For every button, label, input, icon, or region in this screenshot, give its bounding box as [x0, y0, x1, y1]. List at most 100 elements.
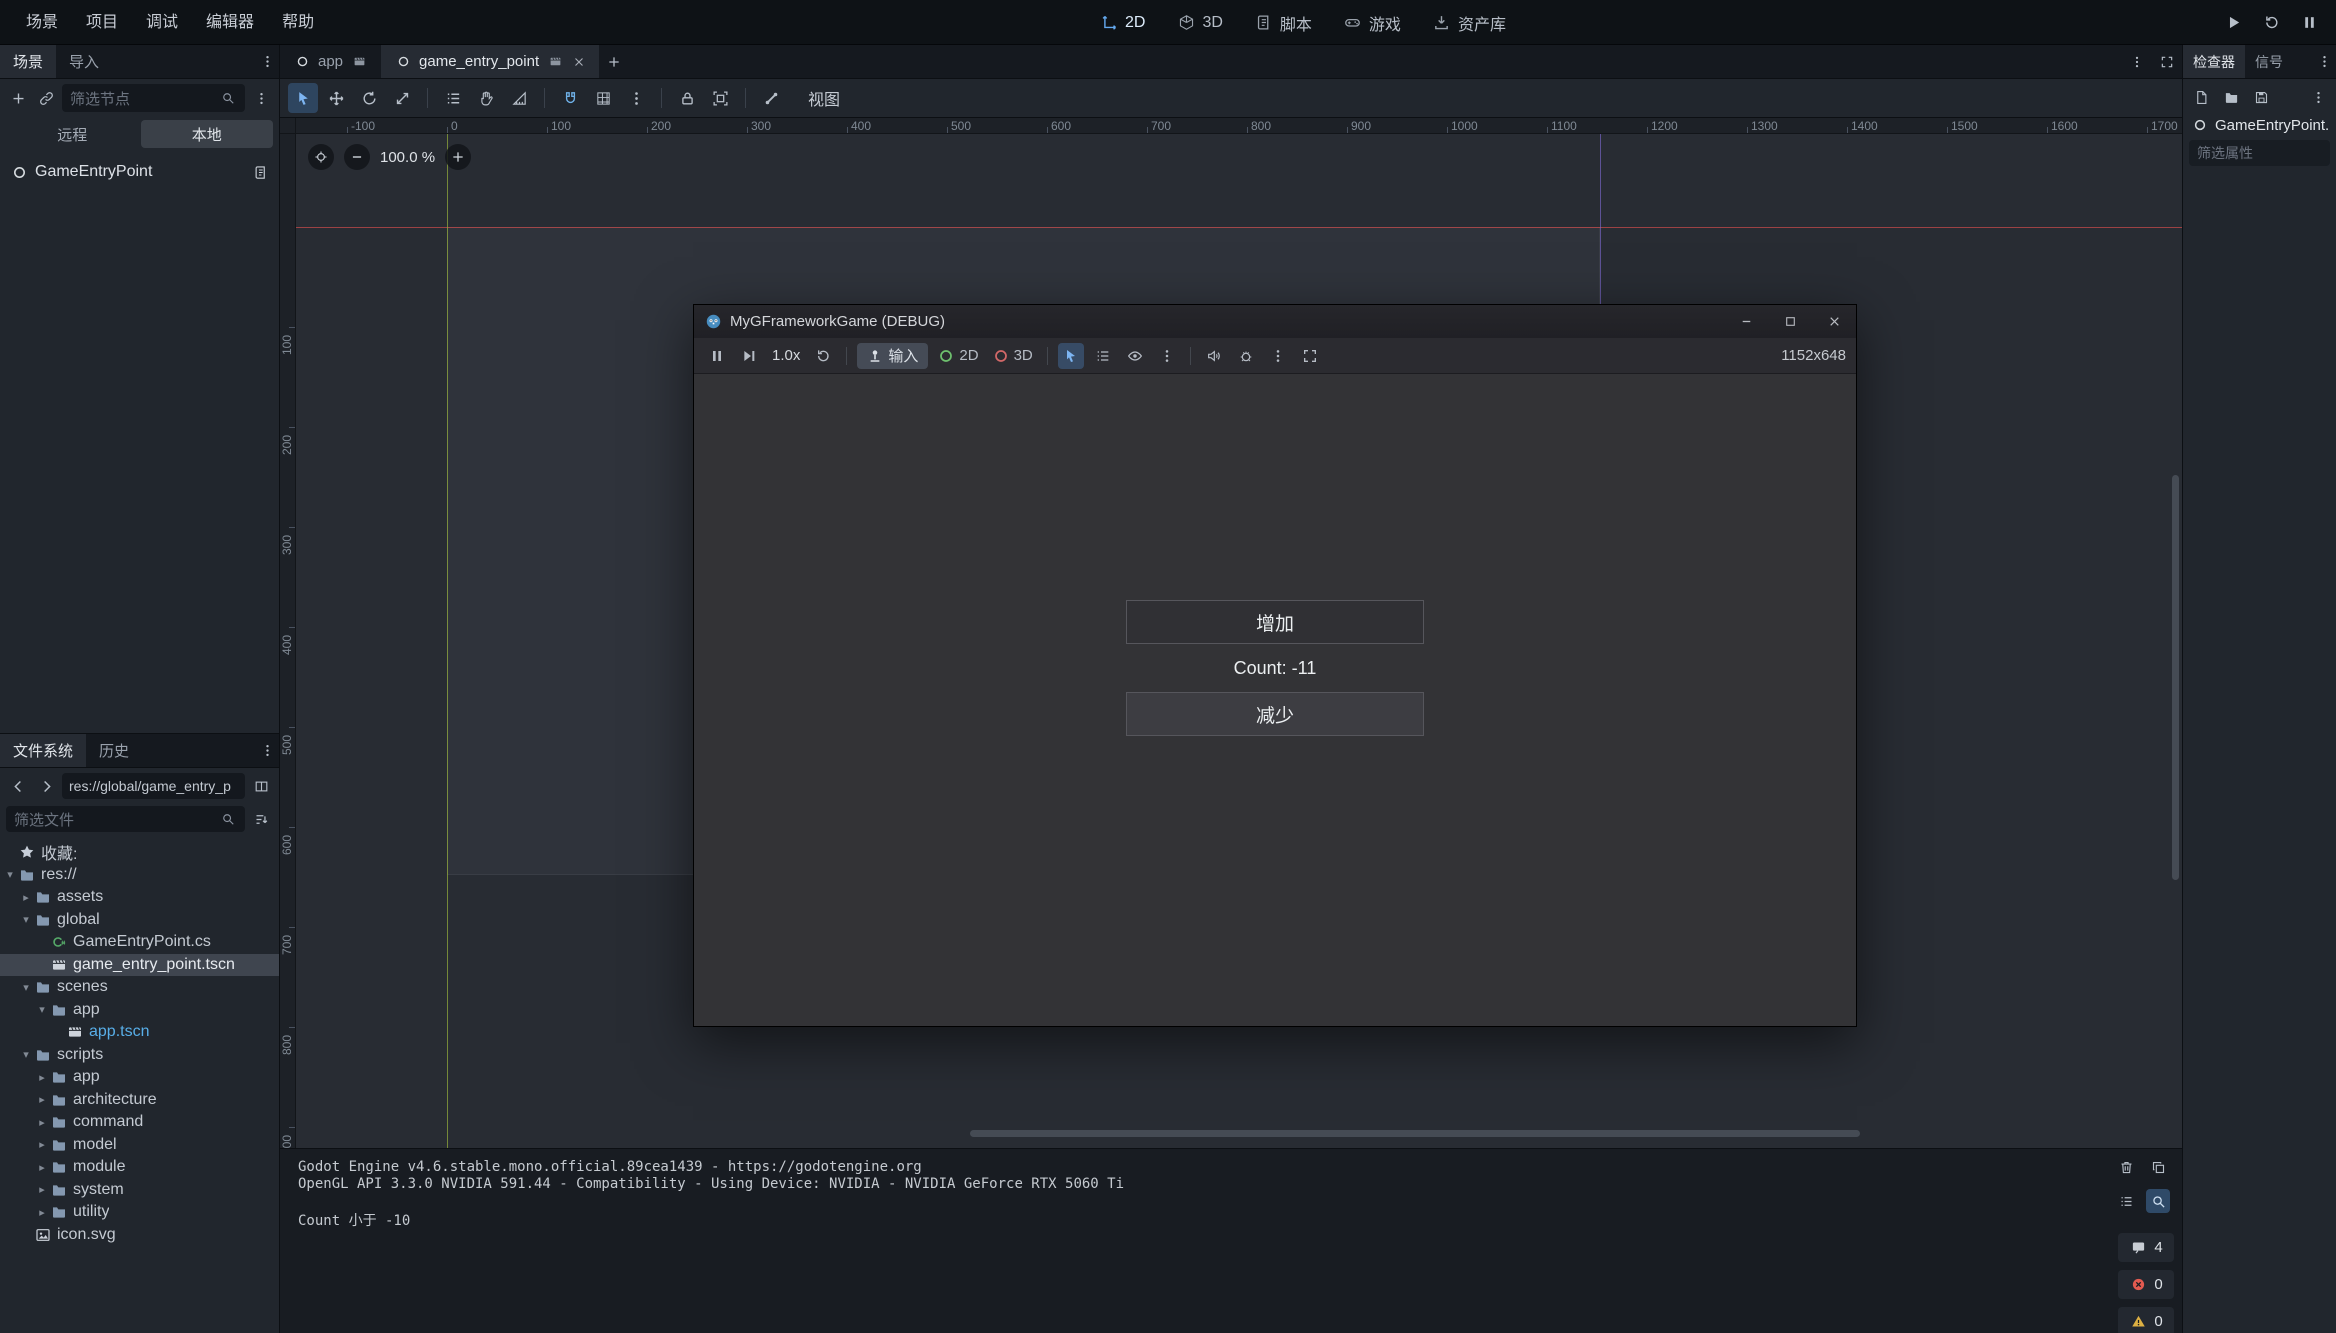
close-tab-icon[interactable]	[571, 54, 586, 69]
zoom-out-button[interactable]	[344, 144, 370, 170]
file-row[interactable]: ▸ utility	[0, 1201, 279, 1224]
menu-item[interactable]: 场景	[12, 0, 72, 45]
nav-forward-button[interactable]	[34, 774, 58, 798]
move-tool[interactable]	[321, 83, 351, 113]
filter-files-input[interactable]: 筛选文件	[6, 806, 245, 832]
camera-2d-button[interactable]: 2D	[934, 343, 982, 369]
inspector-more-button[interactable]	[2306, 85, 2330, 109]
expand-chevron-icon[interactable]: ▾	[18, 913, 34, 926]
separator[interactable]	[427, 88, 428, 108]
expand-editor-button[interactable]	[2152, 47, 2182, 77]
file-row[interactable]: ▾ global	[0, 909, 279, 932]
expand-chevron-icon[interactable]: ▾	[18, 1048, 34, 1061]
sort-files-button[interactable]	[249, 807, 273, 831]
workspace-tab-assetlib[interactable]: 资产库	[1433, 11, 1506, 35]
expand-chevron-icon[interactable]: ▸	[34, 1183, 50, 1196]
more-options-button[interactable]	[1265, 343, 1291, 369]
instance-scene-button[interactable]	[34, 86, 58, 110]
expand-chevron-icon[interactable]: ▸	[34, 1071, 50, 1084]
game-window-titlebar[interactable]: MyGFrameworkGame (DEBUG)	[694, 305, 1856, 338]
scene-dock-menu-button[interactable]	[255, 50, 279, 74]
path-field[interactable]: res://global/game_entry_p	[62, 773, 245, 799]
game-select-tool[interactable]	[1058, 343, 1084, 369]
separator[interactable]	[1190, 347, 1191, 365]
zoom-in-button[interactable]	[445, 144, 471, 170]
zoom-level[interactable]: 100.0 %	[380, 149, 435, 166]
output-filter-button[interactable]	[2114, 1189, 2138, 1213]
new-resource-button[interactable]	[2189, 85, 2213, 109]
filesystem-dock-menu-button[interactable]	[255, 739, 279, 763]
file-row[interactable]: app.tscn	[0, 1021, 279, 1044]
file-row[interactable]: ▸ app	[0, 1066, 279, 1089]
expand-chevron-icon[interactable]: ▸	[34, 1116, 50, 1129]
workspace-tab-script[interactable]: 脚本	[1255, 11, 1312, 35]
input-toggle[interactable]: 输入	[857, 343, 928, 369]
camera-3d-button[interactable]: 3D	[989, 343, 1037, 369]
file-row[interactable]: game_entry_point.tscn	[0, 954, 279, 977]
separator[interactable]	[661, 88, 662, 108]
separator[interactable]	[846, 347, 847, 365]
errors-badge[interactable]: 0	[2118, 1270, 2174, 1299]
tab-signals[interactable]: 信号	[2245, 45, 2293, 78]
save-resource-button[interactable]	[2249, 85, 2273, 109]
file-row[interactable]: ▸ model	[0, 1134, 279, 1157]
expand-chevron-icon[interactable]: ▾	[34, 1003, 50, 1016]
canvas-viewport[interactable]: -100010020030040050060070080090010001100…	[280, 118, 2182, 1148]
scene-tab-app[interactable]: app	[280, 45, 381, 78]
file-row[interactable]: GameEntryPoint.cs	[0, 931, 279, 954]
messages-badge[interactable]: 4	[2118, 1233, 2174, 1262]
close-button[interactable]	[1812, 305, 1856, 338]
expand-chevron-icon[interactable]: ▾	[2, 868, 18, 881]
pan-tool[interactable]	[471, 83, 501, 113]
next-frame-button[interactable]	[736, 343, 762, 369]
center-view-button[interactable]	[308, 144, 334, 170]
speed-button[interactable]: 1.0x	[768, 343, 804, 369]
scene-node-gameentrypoint[interactable]: GameEntryPoint	[0, 159, 279, 185]
expand-chevron-icon[interactable]: ▸	[34, 1161, 50, 1174]
script-icon[interactable]	[251, 163, 269, 181]
expand-chevron-icon[interactable]: ▸	[34, 1206, 50, 1219]
group-selected-button[interactable]	[705, 83, 735, 113]
file-row[interactable]: icon.svg	[0, 1224, 279, 1247]
file-row[interactable]: ▾ scenes	[0, 976, 279, 999]
menu-item[interactable]: 编辑器	[192, 0, 268, 45]
fullscreen-button[interactable]	[1297, 343, 1323, 369]
tab-history[interactable]: 历史	[86, 734, 142, 767]
node-list-button[interactable]	[1090, 343, 1116, 369]
tab-scene[interactable]: 场景	[0, 45, 56, 78]
decrease-button[interactable]: 减少	[1126, 692, 1424, 736]
grid-snap-toggle[interactable]	[588, 83, 618, 113]
load-resource-button[interactable]	[2219, 85, 2243, 109]
select-tool[interactable]	[288, 83, 318, 113]
workspace-tab-3d[interactable]: 3D	[1177, 14, 1222, 32]
play-button[interactable]	[2218, 7, 2248, 37]
file-row[interactable]: ▸ module	[0, 1156, 279, 1179]
tab-import[interactable]: 导入	[56, 45, 112, 78]
select-list-tool[interactable]	[438, 83, 468, 113]
file-row[interactable]: ▸ architecture	[0, 1089, 279, 1112]
smart-snap-toggle[interactable]	[555, 83, 585, 113]
filter-nodes-input[interactable]: 筛选节点	[62, 84, 245, 112]
output-search-button[interactable]	[2146, 1189, 2170, 1213]
increase-button[interactable]: 增加	[1126, 600, 1424, 644]
suspend-button[interactable]	[704, 343, 730, 369]
file-row[interactable]: ▾ scripts	[0, 1044, 279, 1067]
canvas-horizontal-scrollbar[interactable]	[970, 1130, 1860, 1137]
file-row[interactable]: ▸ assets	[0, 886, 279, 909]
ruler-tool[interactable]	[504, 83, 534, 113]
warnings-badge[interactable]: 0	[2118, 1307, 2174, 1333]
debug-button[interactable]	[1233, 343, 1259, 369]
add-node-button[interactable]	[6, 86, 30, 110]
expand-chevron-icon[interactable]: ▸	[34, 1093, 50, 1106]
menu-item[interactable]: 项目	[72, 0, 132, 45]
menu-item[interactable]: 调试	[132, 0, 192, 45]
scene-tab-game-entry-point[interactable]: game_entry_point	[381, 45, 599, 78]
snap-options-button[interactable]	[621, 83, 651, 113]
split-view-button[interactable]	[249, 774, 273, 798]
expand-chevron-icon[interactable]: ▸	[18, 891, 34, 904]
inspector-dock-menu-button[interactable]	[2312, 50, 2336, 74]
select-options-button[interactable]	[1154, 343, 1180, 369]
new-scene-tab-button[interactable]	[599, 47, 629, 77]
maximize-button[interactable]	[1768, 305, 1812, 338]
filter-properties-input[interactable]: 筛选属性	[2189, 140, 2330, 166]
